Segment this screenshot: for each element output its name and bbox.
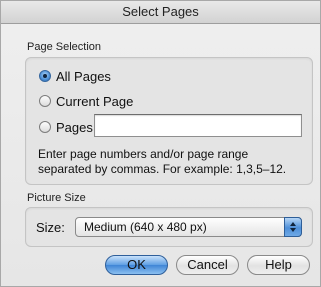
radio-current-page[interactable]: Current Page: [39, 93, 133, 109]
radio-button[interactable]: [39, 95, 51, 107]
page-selection-label: Page Selection: [27, 41, 101, 53]
radio-label: Current Page: [56, 93, 134, 109]
dialog-title: Select Pages: [1, 1, 320, 24]
page-selection-group: All Pages Current Page Pages Enter page …: [25, 57, 313, 185]
picture-size-label: Picture Size: [27, 192, 86, 204]
radio-label: All Pages: [56, 68, 111, 84]
radio-button[interactable]: [39, 121, 51, 133]
help-text-line-1: Enter page numbers and/or page range: [38, 147, 249, 161]
pages-input[interactable]: [94, 114, 302, 137]
arrow-down-icon: [290, 228, 296, 232]
size-label-text: Size:: [36, 219, 65, 235]
help-text-line-2: separated by commas. For example: 1,3,5–…: [38, 162, 287, 176]
arrow-up-icon: [290, 222, 296, 226]
radio-button-checked[interactable]: [39, 70, 51, 82]
help-button[interactable]: Help: [247, 255, 310, 275]
select-pages-dialog: Select Pages Page Selection All Pages Cu…: [0, 0, 321, 287]
size-select[interactable]: Medium (640 x 480 px): [75, 217, 302, 237]
ok-button[interactable]: OK: [105, 255, 168, 275]
radio-all-pages[interactable]: All Pages: [39, 68, 111, 84]
radio-pages[interactable]: Pages: [39, 119, 93, 135]
select-arrows-icon[interactable]: [284, 217, 302, 237]
picture-size-group: Size: Medium (640 x 480 px): [25, 207, 313, 247]
radio-label: Pages: [56, 119, 93, 135]
size-select-value: Medium (640 x 480 px): [84, 220, 207, 234]
cancel-button[interactable]: Cancel: [176, 255, 239, 275]
size-label: Size:: [36, 219, 65, 235]
